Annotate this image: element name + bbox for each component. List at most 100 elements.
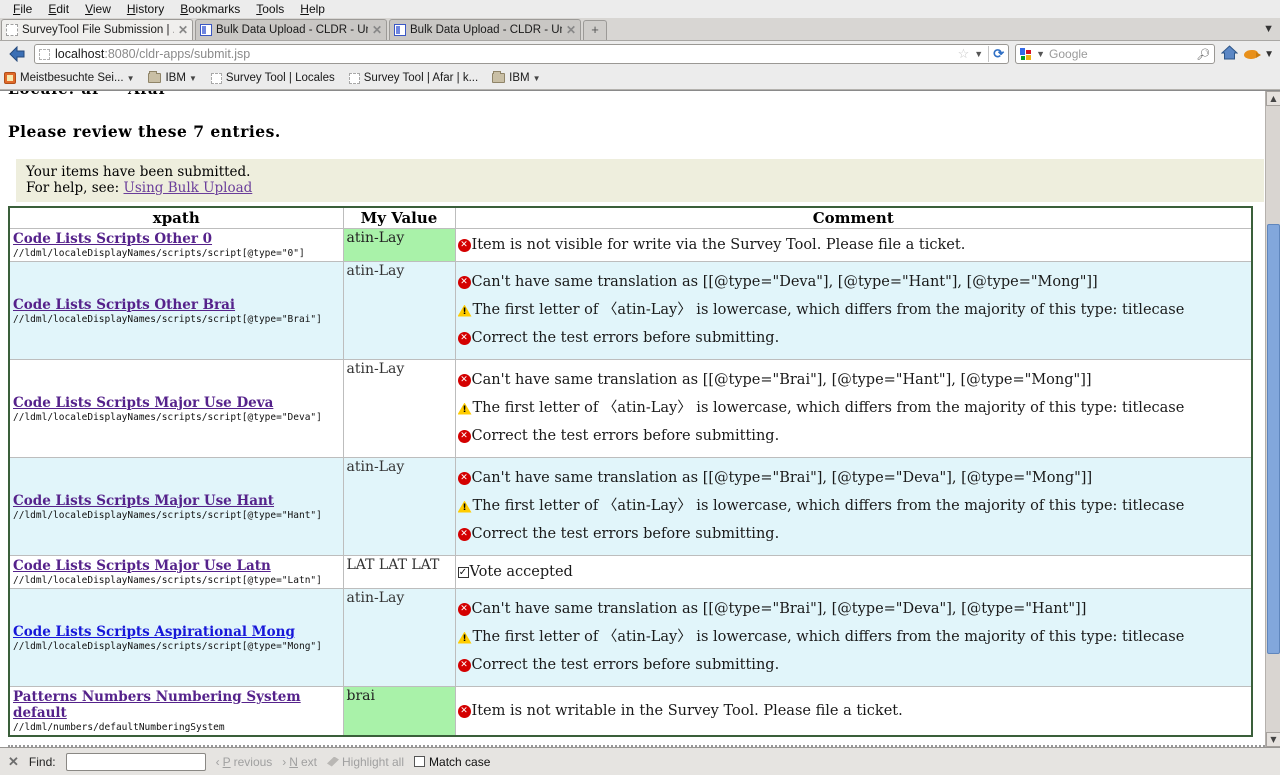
comment-text: Correct the test errors before submittin… xyxy=(472,427,780,446)
menu-view[interactable]: View xyxy=(78,1,118,17)
menu-bookmarks[interactable]: Bookmarks xyxy=(173,1,247,17)
comment-line: ✕Can't have same translation as [[@type=… xyxy=(458,600,1250,619)
bookmark-most-visited[interactable]: Meistbesuchte Sei... ▼ xyxy=(4,72,134,84)
comment-text: Can't have same translation as [[@type="… xyxy=(472,371,1092,390)
table-header-row: xpath My Value Comment xyxy=(9,207,1252,229)
chevron-down-icon: ▼ xyxy=(533,74,541,83)
chevron-down-icon: ▼ xyxy=(189,74,197,83)
column-header-comment: Comment xyxy=(455,207,1252,229)
addon-icon[interactable] xyxy=(1244,50,1258,59)
comment-line: ✕Can't have same translation as [[@type=… xyxy=(458,469,1250,488)
find-previous-button[interactable]: ‹ Previous xyxy=(216,755,273,769)
back-arrow-icon xyxy=(8,46,26,62)
comment-text: Can't have same translation as [[@type="… xyxy=(472,600,1087,619)
search-bar[interactable]: ▼ Google 🔎︎ xyxy=(1015,44,1215,64)
home-button[interactable] xyxy=(1221,45,1238,63)
tab-bulk-upload-2[interactable]: Bulk Data Upload - CLDR - Un... ✕ xyxy=(389,19,581,40)
comment-line: ✕Correct the test errors before submitti… xyxy=(458,656,1250,675)
toolbar-overflow-chevron-icon[interactable]: ▼ xyxy=(1264,49,1274,60)
url-text[interactable]: localhost:8080/cldr-apps/submit.jsp xyxy=(55,47,953,61)
xpath-code: //ldml/localeDisplayNames/scripts/script… xyxy=(13,641,340,652)
comment-line: ✓Vote accepted xyxy=(458,563,1250,582)
navigation-toolbar: localhost:8080/cldr-apps/submit.jsp ☆ ▼ … xyxy=(0,41,1280,67)
comment-line: !The first letter of 〈atin-Lay〉 is lower… xyxy=(458,497,1250,516)
error-icon: ✕ xyxy=(458,430,471,443)
menu-history[interactable]: History xyxy=(120,1,171,17)
find-close-icon[interactable]: ✕ xyxy=(8,754,19,770)
error-icon: ✕ xyxy=(458,705,471,718)
bookmark-folder-ibm-1[interactable]: IBM ▼ xyxy=(148,72,196,84)
tab-surveytool-submission[interactable]: SurveyTool File Submission | ... ✕ xyxy=(1,19,193,40)
table-row: Patterns Numbers Numbering System defaul… xyxy=(9,687,1252,737)
menu-tools[interactable]: Tools xyxy=(249,1,291,17)
match-case-option[interactable]: Match case xyxy=(414,755,490,769)
scroll-up-arrow-icon[interactable]: ▲ xyxy=(1266,91,1280,106)
previous-label: revious xyxy=(234,755,273,769)
tab-title: SurveyTool File Submission | ... xyxy=(22,24,174,36)
error-icon: ✕ xyxy=(458,528,471,541)
tab-close-icon[interactable]: ✕ xyxy=(372,24,382,36)
comment-cell: ✕Can't have same translation as [[@type=… xyxy=(455,262,1252,360)
xpath-link[interactable]: Code Lists Scripts Other 0 xyxy=(13,231,212,247)
comment-text: The first letter of 〈atin-Lay〉 is lowerc… xyxy=(473,628,1185,647)
comment-line: ✕Item is not writable in the Survey Tool… xyxy=(458,702,1250,721)
my-value-cell: brai xyxy=(343,687,455,737)
google-logo-icon xyxy=(1020,48,1032,60)
tab-list-chevron-icon[interactable]: ▼ xyxy=(1263,23,1274,35)
xpath-link[interactable]: Code Lists Scripts Major Use Hant xyxy=(13,493,274,509)
xpath-link[interactable]: Code Lists Scripts Other Brai xyxy=(13,297,235,313)
bookmark-star-icon[interactable]: ☆ xyxy=(958,46,970,62)
comment-line: ✕Correct the test errors before submitti… xyxy=(458,329,1250,348)
warning-icon: ! xyxy=(458,501,472,513)
xpath-link[interactable]: Code Lists Scripts Major Use Deva xyxy=(13,395,273,411)
xpath-link[interactable]: Code Lists Scripts Aspirational Mong xyxy=(13,624,295,640)
menu-file[interactable]: File xyxy=(6,1,39,17)
my-value-cell: LAT LAT LAT xyxy=(343,556,455,589)
comment-line: ✕Correct the test errors before submitti… xyxy=(458,427,1250,446)
tab-close-icon[interactable]: ✕ xyxy=(566,24,576,36)
find-input[interactable] xyxy=(66,753,206,771)
menu-edit[interactable]: Edit xyxy=(41,1,76,17)
new-tab-button[interactable]: + xyxy=(583,20,607,40)
bookmark-survey-tool-locales[interactable]: Survey Tool | Locales xyxy=(211,72,335,84)
url-bar[interactable]: localhost:8080/cldr-apps/submit.jsp ☆ ▼ … xyxy=(34,44,1009,64)
folder-icon xyxy=(148,73,161,83)
using-bulk-upload-link[interactable]: Using Bulk Upload xyxy=(123,180,252,196)
url-dropdown-chevron-icon[interactable]: ▼ xyxy=(974,49,983,59)
xpath-code: //ldml/localeDisplayNames/scripts/script… xyxy=(13,510,340,521)
tab-close-icon[interactable]: ✕ xyxy=(178,24,188,36)
table-row: Code Lists Scripts Major Use Latn //ldml… xyxy=(9,556,1252,589)
reload-icon[interactable]: ⟳ xyxy=(988,46,1004,62)
match-case-checkbox[interactable] xyxy=(414,756,425,767)
column-header-my-value: My Value xyxy=(343,207,455,229)
error-icon: ✕ xyxy=(458,332,471,345)
bookmark-folder-ibm-2[interactable]: IBM ▼ xyxy=(492,72,540,84)
search-go-icon[interactable]: 🔎︎ xyxy=(1196,48,1210,61)
check-icon: ✓ xyxy=(458,567,469,578)
scrollbar-thumb[interactable] xyxy=(1267,224,1280,654)
xpath-code: //ldml/localeDisplayNames/scripts/script… xyxy=(13,575,340,586)
xpath-link[interactable]: Patterns Numbers Numbering System defaul… xyxy=(13,689,301,721)
home-icon xyxy=(1221,45,1238,60)
scroll-down-arrow-icon[interactable]: ▼ xyxy=(1266,732,1280,747)
dotted-divider xyxy=(8,745,1276,747)
table-row: Code Lists Scripts Other 0 //ldml/locale… xyxy=(9,229,1252,262)
tab-bar: SurveyTool File Submission | ... ✕ Bulk … xyxy=(0,18,1280,41)
tab-bulk-upload-1[interactable]: Bulk Data Upload - CLDR - Un... ✕ xyxy=(195,19,387,40)
bookmark-survey-tool-afar[interactable]: Survey Tool | Afar | k... xyxy=(349,72,478,84)
notice-line-1: Your items have been submitted. xyxy=(26,164,1256,180)
table-row: Code Lists Scripts Major Use Hant //ldml… xyxy=(9,458,1252,556)
xpath-link[interactable]: Code Lists Scripts Major Use Latn xyxy=(13,558,271,574)
menu-bar: File Edit View History Bookmarks Tools H… xyxy=(0,0,1280,18)
highlight-all-button[interactable]: Highlight all xyxy=(327,755,404,769)
find-next-button[interactable]: › Next xyxy=(282,755,317,769)
search-placeholder[interactable]: Google xyxy=(1049,47,1192,61)
highlighter-icon xyxy=(327,757,339,767)
comment-cell: ✕Can't have same translation as [[@type=… xyxy=(455,589,1252,687)
menu-help[interactable]: Help xyxy=(293,1,332,17)
search-engine-chevron-icon[interactable]: ▼ xyxy=(1036,49,1045,59)
back-button[interactable] xyxy=(6,43,28,65)
vertical-scrollbar[interactable]: ▲ ▼ xyxy=(1265,91,1280,747)
comment-line: !The first letter of 〈atin-Lay〉 is lower… xyxy=(458,399,1250,418)
comment-text: The first letter of 〈atin-Lay〉 is lowerc… xyxy=(473,497,1185,516)
